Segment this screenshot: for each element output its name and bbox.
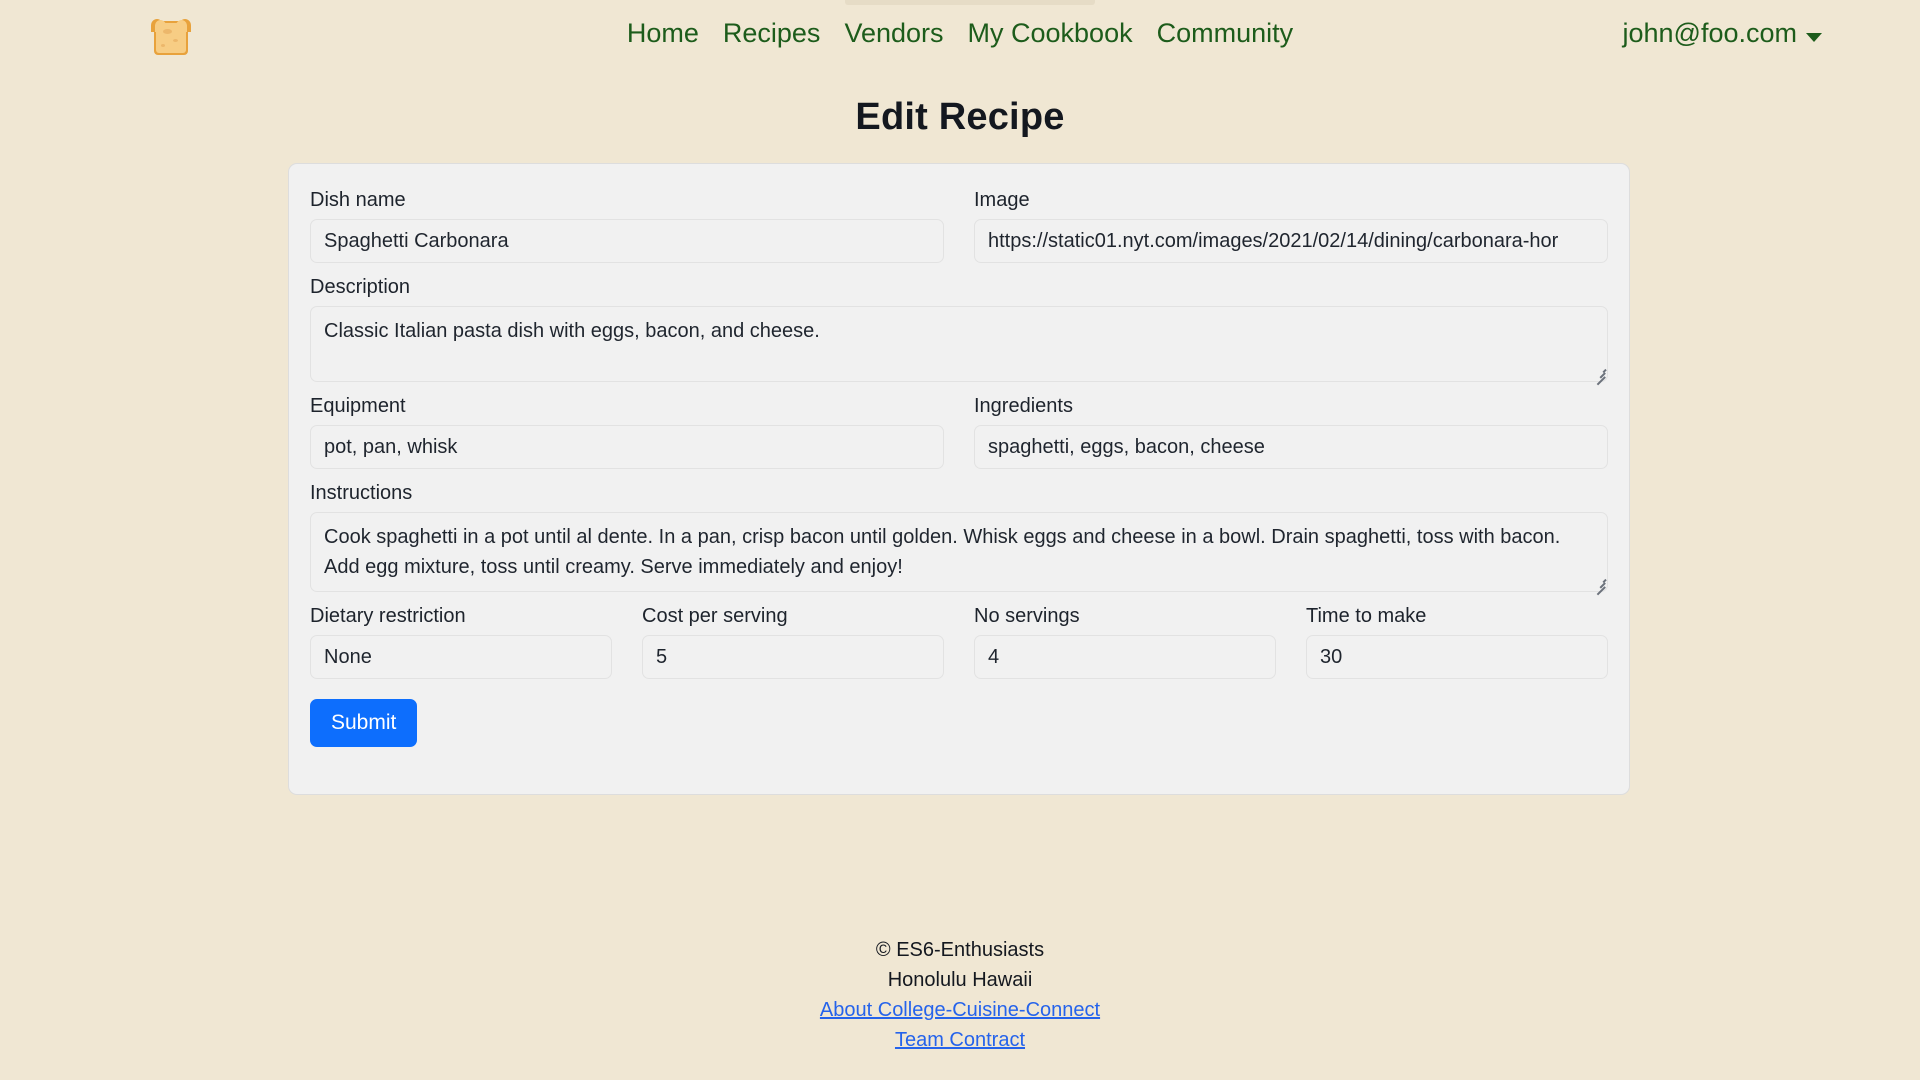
time-to-make-input[interactable] <box>1306 635 1608 679</box>
time-to-make-label: Time to make <box>1306 605 1427 627</box>
footer: © ES6-Enthusiasts Honolulu Hawaii About … <box>0 935 1920 1055</box>
equipment-input[interactable] <box>310 425 944 469</box>
form-row-5: Dietary restriction Cost per serving No … <box>310 602 1608 689</box>
dish-name-label: Dish name <box>310 189 406 211</box>
description-textarea-wrap: Classic Italian pasta dish with eggs, ba… <box>310 306 1608 385</box>
form-row-4: Instructions Cook spaghetti in a pot unt… <box>310 479 1608 602</box>
footer-team-contract-link[interactable]: Team Contract <box>895 1029 1025 1051</box>
navbar: Home Recipes Vendors My Cookbook Communi… <box>0 0 1920 72</box>
nav-link-recipes[interactable]: Recipes <box>723 16 821 50</box>
description-textarea[interactable]: Classic Italian pasta dish with eggs, ba… <box>310 306 1608 382</box>
nav-link-home[interactable]: Home <box>627 16 699 50</box>
edit-recipe-form-card: Dish name Image Description Classic Ital… <box>288 163 1630 795</box>
footer-copyright: © ES6-Enthusiasts <box>875 939 1045 961</box>
instructions-textarea-wrap: Cook spaghetti in a pot until al dente. … <box>310 512 1608 595</box>
dietary-restriction-label: Dietary restriction <box>310 605 466 627</box>
page-root: Home Recipes Vendors My Cookbook Communi… <box>0 0 1920 1080</box>
chevron-down-icon <box>1806 32 1822 42</box>
instructions-label: Instructions <box>310 482 413 504</box>
image-label: Image <box>974 189 1030 211</box>
field-group-instructions: Instructions Cook spaghetti in a pot unt… <box>310 479 1608 595</box>
equipment-label: Equipment <box>310 395 406 417</box>
field-group-no-servings: No servings <box>974 602 1276 679</box>
cost-per-serving-label: Cost per serving <box>642 605 788 627</box>
form-row-1: Dish name Image <box>310 186 1608 273</box>
description-label: Description <box>310 276 411 298</box>
form-row-2: Description Classic Italian pasta dish w… <box>310 273 1608 392</box>
user-account-dropdown[interactable]: john@foo.com <box>1622 16 1822 50</box>
nav-link-my-cookbook[interactable]: My Cookbook <box>968 16 1133 50</box>
submit-button[interactable]: Submit <box>310 699 418 747</box>
dietary-restriction-input[interactable] <box>310 635 612 679</box>
field-group-equipment: Equipment <box>310 392 944 469</box>
no-servings-label: No servings <box>974 605 1080 627</box>
ingredients-input[interactable] <box>974 425 1608 469</box>
field-group-time-to-make: Time to make <box>1306 602 1608 679</box>
toast-bread-icon <box>151 17 191 55</box>
user-email-label: john@foo.com <box>1622 18 1798 48</box>
field-group-dish-name: Dish name <box>310 186 944 263</box>
field-group-description: Description Classic Italian pasta dish w… <box>310 273 1608 385</box>
ingredients-label: Ingredients <box>974 395 1073 417</box>
field-group-cost-per-serving: Cost per serving <box>642 602 944 679</box>
dish-name-input[interactable] <box>310 219 944 263</box>
cost-per-serving-input[interactable] <box>642 635 944 679</box>
nav-link-vendors[interactable]: Vendors <box>844 16 943 50</box>
instructions-textarea[interactable]: Cook spaghetti in a pot until al dente. … <box>310 512 1608 592</box>
field-group-dietary-restriction: Dietary restriction <box>310 602 612 679</box>
field-group-image: Image <box>974 186 1608 263</box>
form-row-3: Equipment Ingredients <box>310 392 1608 479</box>
image-url-input[interactable] <box>974 219 1608 263</box>
page-title: Edit Recipe <box>855 96 1065 138</box>
footer-location: Honolulu Hawaii <box>887 969 1033 991</box>
footer-about-link[interactable]: About College-Cuisine-Connect <box>820 999 1100 1021</box>
no-servings-input[interactable] <box>974 635 1276 679</box>
field-group-ingredients: Ingredients <box>974 392 1608 469</box>
nav-link-community[interactable]: Community <box>1157 16 1294 50</box>
